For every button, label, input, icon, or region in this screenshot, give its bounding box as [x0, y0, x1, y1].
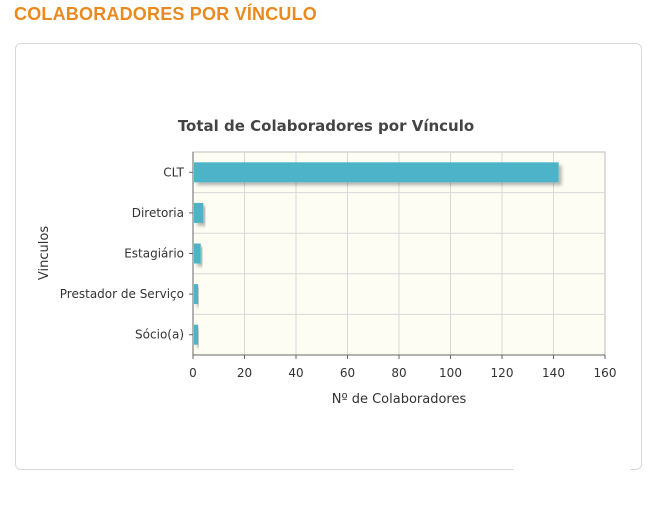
y-tick-labels: CLT Diretoria Estagiário Prestador de Servi… — [60, 165, 185, 341]
bar-4 — [194, 324, 199, 345]
x-tick-label: 160 — [594, 366, 617, 380]
x-tick-label: 20 — [237, 366, 252, 380]
x-tick-label: 40 — [288, 366, 303, 380]
bar-2 — [194, 243, 201, 264]
x-tick-label: 0 — [189, 366, 197, 380]
bar-0 — [194, 162, 559, 183]
bar-3 — [194, 284, 199, 305]
bar-chart: Total de Colaboradores por Vínculo CLT Di… — [37, 117, 616, 407]
x-tick-label: 80 — [391, 366, 406, 380]
x-tick-label: 60 — [340, 366, 355, 380]
y-axis-label: Vinculos — [37, 226, 52, 280]
bar-1 — [194, 202, 204, 223]
y-tick-label: Diretoria — [132, 206, 184, 220]
x-axis-label: Nº de Colaboradores — [332, 392, 467, 407]
x-tick-label: 140 — [542, 366, 565, 380]
x-tick-label: 100 — [439, 366, 462, 380]
y-tick-label: Estagiário — [124, 247, 184, 261]
y-tick-label: CLT — [163, 165, 184, 179]
y-tick-label: Prestador de Serviço — [60, 287, 184, 301]
y-tick-label: Sócio(a) — [135, 328, 184, 342]
x-tick-labels: 0 20 40 60 80 100 120 140 160 — [189, 366, 616, 380]
x-tick-label: 120 — [491, 366, 514, 380]
chart-title: Total de Colaboradores por Vínculo — [178, 117, 474, 135]
